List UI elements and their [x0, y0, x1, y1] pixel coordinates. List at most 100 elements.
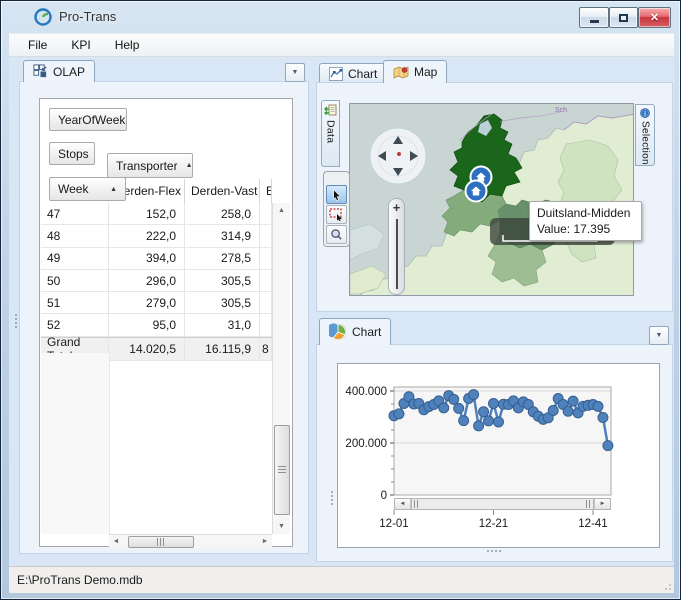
rectangle-select-icon	[329, 208, 344, 221]
table-row: 49394,0278,5	[41, 248, 272, 270]
table-cell[interactable]	[260, 314, 272, 335]
table-cell[interactable]: 222,0	[109, 225, 185, 246]
table-cell[interactable]: 152,0	[109, 203, 185, 224]
scrollbar-thumb[interactable]	[128, 536, 194, 548]
field-button-stops[interactable]: Stops	[49, 142, 95, 165]
scroll-up-button[interactable]: ▲	[273, 203, 290, 218]
field-label: YearOfWeek	[58, 113, 125, 127]
zoom-tool-button[interactable]	[326, 225, 347, 244]
side-tab-data[interactable]: Data	[321, 100, 340, 167]
menu-item-kpi[interactable]: KPI	[62, 35, 99, 55]
zoom-slider-track[interactable]	[396, 219, 398, 289]
window-title: Pro-Trans	[59, 9, 116, 24]
data-point[interactable]	[469, 390, 479, 400]
data-point[interactable]	[563, 406, 573, 416]
olap-panel-dropdown-button[interactable]: ▼	[285, 63, 305, 82]
grip-icon	[278, 466, 286, 474]
table-cell[interactable]: 305,5	[185, 270, 260, 291]
side-tab-selection[interactable]: i Selection	[635, 104, 655, 166]
range-right-button[interactable]: ►	[594, 499, 610, 509]
resize-grip[interactable]	[661, 580, 671, 590]
data-point[interactable]	[459, 416, 469, 426]
pivot-vertical-scrollbar[interactable]: ▲ ▼	[272, 203, 290, 534]
table-cell[interactable]	[260, 270, 272, 291]
field-button-week[interactable]: Week ▲	[49, 177, 126, 201]
tab-chart-label: Chart	[348, 67, 377, 81]
table-cell[interactable]	[260, 292, 272, 313]
row-header[interactable]: 47	[41, 203, 109, 224]
field-button-yearofweek[interactable]: YearOfWeek	[49, 108, 127, 131]
scroll-right-button[interactable]: ►	[258, 535, 272, 547]
data-point[interactable]	[484, 416, 494, 426]
data-point[interactable]	[593, 401, 603, 411]
table-cell[interactable]: 314,9	[185, 225, 260, 246]
tab-chart-bottom[interactable]: Chart	[319, 318, 391, 345]
column-header[interactable]: Derden-Vast	[185, 179, 260, 203]
data-point[interactable]	[449, 394, 459, 404]
data-point[interactable]	[454, 403, 464, 413]
table-cell[interactable]: 14.020,5	[109, 338, 185, 360]
range-left-button[interactable]: ◄	[395, 499, 411, 509]
table-cell[interactable]: 8	[260, 338, 272, 360]
table-cell[interactable]: 279,0	[109, 292, 185, 313]
table-cell[interactable]: 278,5	[185, 248, 260, 269]
data-point[interactable]	[548, 406, 558, 416]
map-zoom-slider[interactable]: +	[388, 198, 405, 295]
status-bar: E:\ProTrans Demo.mdb	[9, 566, 674, 593]
chart-range-scrollbar[interactable]: ◄ ►	[394, 498, 611, 510]
y-axis-tick-label: 200.000	[345, 438, 387, 450]
data-point[interactable]	[489, 398, 499, 408]
table-cell[interactable]: 296,0	[109, 270, 185, 291]
data-point[interactable]	[603, 441, 613, 451]
data-point[interactable]	[479, 407, 489, 417]
row-header[interactable]: 52	[41, 314, 109, 335]
scroll-right-icon: ►	[262, 538, 269, 545]
table-cell[interactable]: 31,0	[185, 314, 260, 335]
map-marker[interactable]	[466, 181, 487, 202]
data-point[interactable]	[568, 396, 578, 406]
row-header[interactable]: 50	[41, 270, 109, 291]
scroll-left-icon: ◄	[113, 538, 120, 545]
table-cell[interactable]	[260, 225, 272, 246]
table-cell[interactable]: 16.115,9	[185, 338, 260, 360]
side-tab-selection-label: Selection	[640, 121, 651, 165]
scroll-left-button[interactable]: ◄	[109, 535, 123, 547]
row-header[interactable]: 49	[41, 248, 109, 269]
scrollbar-thumb[interactable]	[274, 425, 290, 515]
zoom-in-icon[interactable]: +	[389, 200, 404, 215]
data-point[interactable]	[474, 421, 484, 431]
row-header[interactable]: 48	[41, 225, 109, 246]
column-header[interactable]: Eigen	[260, 179, 272, 203]
menu-item-file[interactable]: File	[19, 35, 56, 55]
minimize-icon	[590, 20, 599, 23]
sort-asc-icon: ▲	[110, 186, 117, 193]
table-cell[interactable]	[260, 203, 272, 224]
close-button[interactable]: ✕	[638, 7, 671, 28]
pointer-tool-button[interactable]	[326, 185, 347, 204]
maximize-button[interactable]	[609, 7, 638, 28]
table-cell[interactable]	[260, 248, 272, 269]
title-bar[interactable]: Pro-Trans ✕	[1, 1, 680, 33]
line-chart-svg[interactable]: 0200.000400.00012-0112-2112-41	[338, 364, 659, 547]
chart-panel-dropdown-button[interactable]: ▼	[649, 326, 669, 345]
menu-item-help[interactable]: Help	[106, 35, 149, 55]
scroll-down-button[interactable]: ▼	[273, 519, 290, 534]
minimize-button[interactable]	[579, 7, 609, 28]
table-cell[interactable]: 258,0	[185, 203, 260, 224]
rectangle-select-tool-button[interactable]	[326, 205, 347, 224]
range-thumb[interactable]	[411, 499, 594, 509]
tab-chart-top[interactable]: Chart	[319, 63, 387, 83]
field-button-transporter[interactable]: Transporter ▲	[107, 153, 193, 178]
tab-olap[interactable]: OLAP	[23, 60, 95, 82]
tab-map[interactable]: Map	[383, 60, 447, 83]
data-point[interactable]	[598, 413, 608, 423]
table-cell[interactable]: 95,0	[109, 314, 185, 335]
pan-control[interactable]	[370, 128, 426, 184]
data-point[interactable]	[439, 403, 449, 413]
data-point[interactable]	[493, 417, 503, 427]
table-cell[interactable]: 394,0	[109, 248, 185, 269]
table-cell[interactable]: 305,5	[185, 292, 260, 313]
pivot-horizontal-scrollbar[interactable]: ◄ ►	[109, 534, 272, 548]
data-point[interactable]	[394, 409, 404, 419]
row-header[interactable]: 51	[41, 292, 109, 313]
